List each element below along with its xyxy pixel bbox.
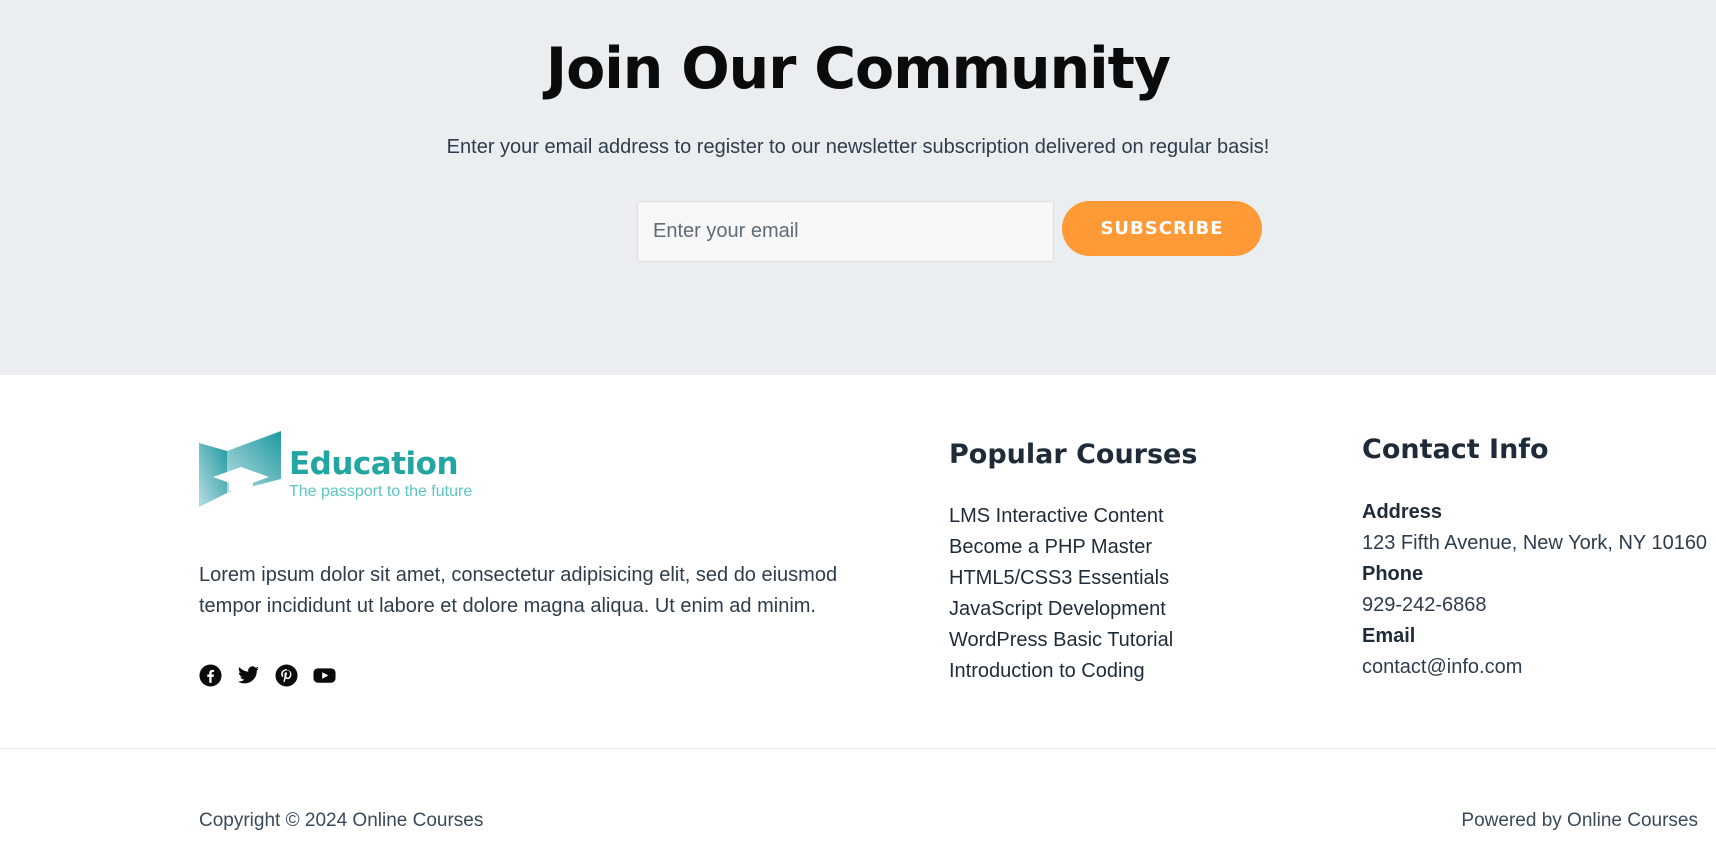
- newsletter-subtitle: Enter your email address to register to …: [446, 136, 1270, 158]
- popular-courses-title: Popular Courses: [949, 439, 1198, 470]
- course-link[interactable]: HTML5/CSS3 Essentials: [949, 563, 1173, 594]
- email-value[interactable]: contact@info.com: [1362, 652, 1707, 683]
- social-links: [199, 664, 336, 687]
- phone-label: Phone: [1362, 563, 1424, 585]
- about-text: Lorem ipsum dolor sit amet, consectetur …: [199, 564, 838, 617]
- contact-info-title: Contact Info: [1362, 434, 1549, 465]
- address-label: Address: [1362, 501, 1443, 523]
- course-link[interactable]: Become a PHP Master: [949, 532, 1173, 563]
- contact-info: Address 123 Fifth Avenue, New York, NY 1…: [1362, 497, 1707, 683]
- bottom-bar: [0, 749, 1716, 851]
- course-link[interactable]: Introduction to Coding: [949, 656, 1173, 687]
- course-link[interactable]: WordPress Basic Tutorial: [949, 625, 1173, 656]
- youtube-icon[interactable]: [313, 664, 336, 687]
- powered-by-text: Powered by Online Courses: [1461, 810, 1698, 831]
- email-input[interactable]: [637, 201, 1054, 262]
- newsletter-section: Join Our Community Enter your email addr…: [0, 0, 1716, 375]
- popular-courses-list: LMS Interactive Content Become a PHP Mas…: [949, 501, 1173, 687]
- course-link[interactable]: LMS Interactive Content: [949, 501, 1173, 532]
- copyright-text: Copyright © 2024 Online Courses: [199, 810, 484, 831]
- subscribe-button[interactable]: SUBSCRIBE: [1062, 201, 1262, 256]
- address-value: 123 Fifth Avenue, New York, NY 10160: [1362, 532, 1708, 554]
- brand-tagline: The passport to the future: [289, 483, 473, 500]
- course-link[interactable]: JavaScript Development: [949, 594, 1173, 625]
- newsletter-title: Join Our Community: [545, 36, 1171, 102]
- brand-name: Education: [289, 446, 459, 482]
- phone-value[interactable]: 929-242-6868: [1362, 590, 1707, 621]
- twitter-icon[interactable]: [237, 664, 260, 687]
- email-label: Email: [1362, 625, 1416, 647]
- facebook-icon[interactable]: [199, 664, 222, 687]
- pinterest-icon[interactable]: [275, 664, 298, 687]
